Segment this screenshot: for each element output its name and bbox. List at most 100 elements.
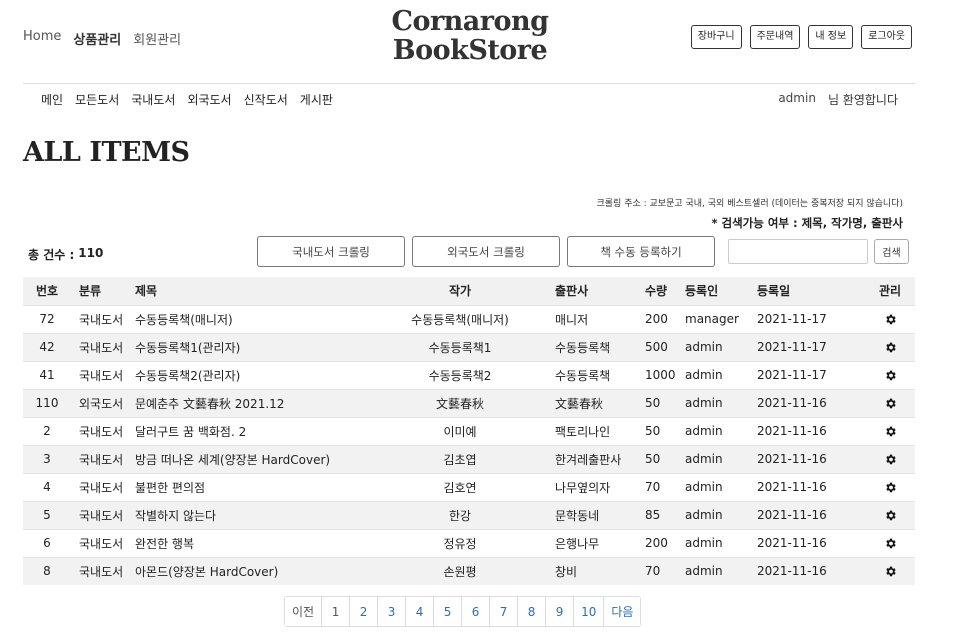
table-row[interactable]: 5 국내도서 작별하지 않는다 한강 문학동네 85 admin 2021-11-16 [23,500,915,529]
total-count-value: 110 [78,246,104,260]
welcome-text: 님 환영합니다 [827,93,898,107]
table-row[interactable]: 41 국내도서 수동등록책2(관리자) 수동등록책2 수동등록책 1000 admin 202… [23,360,915,389]
main-nav-item-all-books[interactable]: 모든도서 [75,91,119,108]
welcome-message: admin 님 환영합니다 [778,91,898,108]
cell-date: 2021-11-16 [757,500,865,529]
gear-icon[interactable] [884,509,897,522]
table-row[interactable]: 8 국내도서 아몬드(양장본 HardCover) 손원평 창비 70 admin 2021-… [23,556,915,585]
page-6[interactable]: 6 [461,597,490,626]
cell-manage [865,360,915,389]
page-10[interactable]: 10 [573,597,604,626]
main-nav-item-main[interactable]: 메인 [41,91,63,108]
table-row[interactable]: 3 국내도서 방금 떠나온 세계(양장본 HardCover) 김초엽 한겨레출판사 50… [23,444,915,473]
cell-date: 2021-11-16 [757,388,865,417]
cell-registrant: admin [685,472,757,501]
cell-category: 국내도서 [71,528,135,557]
cell-manage [865,500,915,529]
page-4[interactable]: 4 [405,597,434,626]
book-table: 번호 분류 제목 작가 출판사 수량 등록인 등록일 관리 72 국내도서 수동등록… [23,277,915,585]
gear-icon[interactable] [884,369,897,382]
cell-registrant: admin [685,360,757,389]
main-nav-item-board[interactable]: 게시판 [300,91,333,108]
prev-page-button[interactable]: 이전 [285,597,322,626]
page-3[interactable]: 3 [377,597,406,626]
search-input[interactable] [728,239,868,264]
table-row[interactable]: 72 국내도서 수동등록책(매니저) 수동등록책(매니저) 매니저 200 manager 2… [23,304,915,333]
main-nav-item-foreign[interactable]: 외국도서 [187,91,231,108]
cell-date: 2021-11-17 [757,332,865,361]
search-button[interactable]: 검색 [874,239,909,264]
table-row[interactable]: 2 국내도서 달러구트 꿈 백화점. 2 이미예 팩토리나인 50 admin 2021-11… [23,416,915,445]
cell-author: 수동등록책1 [375,332,545,361]
table-row[interactable]: 110 외국도서 문예춘추 文藝春秋 2021.12 文藝春秋 文藝春秋 50 admin 2… [23,388,915,417]
my-info-button[interactable]: 내 정보 [808,25,854,49]
cell-quantity: 1000 [641,360,685,389]
page-title: ALL ITEMS [23,137,190,168]
logo-line1: Cornarong [391,6,549,37]
pagination: 이전 1 2 3 4 5 6 7 8 9 10 다음 [284,596,642,627]
nav-member-management[interactable]: 회원관리 [133,29,181,48]
cell-date: 2021-11-16 [757,528,865,557]
cell-number: 6 [23,528,71,557]
gear-icon[interactable] [884,565,897,578]
main-nav-item-new[interactable]: 신작도서 [244,91,288,108]
store-logo[interactable]: Cornarong BookStore [380,7,560,65]
gear-icon[interactable] [884,397,897,410]
cell-registrant: admin [685,500,757,529]
gear-icon[interactable] [884,453,897,466]
table-body: 72 국내도서 수동등록책(매니저) 수동등록책(매니저) 매니저 200 manager 2… [23,304,915,585]
cell-author: 정유정 [375,528,545,557]
orders-button[interactable]: 주문내역 [749,25,801,49]
table-row[interactable]: 42 국내도서 수동등록책1(관리자) 수동등록책1 수동등록책 500 admin 2021… [23,332,915,361]
cell-manage [865,472,915,501]
main-nav-item-domestic[interactable]: 국내도서 [131,91,175,108]
cell-date: 2021-11-17 [757,304,865,333]
gear-icon[interactable] [884,341,897,354]
page-9[interactable]: 9 [545,597,574,626]
cell-quantity: 200 [641,304,685,333]
cell-quantity: 85 [641,500,685,529]
cell-number: 5 [23,500,71,529]
manual-register-button[interactable]: 책 수동 등록하기 [567,236,715,267]
cell-title: 수동등록책2(관리자) [135,360,375,389]
cell-author: 김호연 [375,472,545,501]
foreign-crawl-button[interactable]: 외국도서 크롤링 [412,236,560,267]
page-8[interactable]: 8 [517,597,546,626]
cell-quantity: 50 [641,388,685,417]
page-5[interactable]: 5 [433,597,462,626]
cell-date: 2021-11-16 [757,556,865,585]
cell-publisher: 창비 [545,556,641,585]
cell-title: 달러구트 꿈 백화점. 2 [135,416,375,445]
next-page-button[interactable]: 다음 [603,597,641,626]
table-row[interactable]: 4 국내도서 불편한 편의점 김호연 나무옆의자 70 admin 2021-11-16 [23,472,915,501]
header-manage: 관리 [865,277,915,305]
main-nav: 메인 모든도서 국내도서 외국도서 신작도서 게시판 [41,91,333,108]
page-1[interactable]: 1 [321,597,350,626]
header-number: 번호 [23,277,71,305]
cell-publisher: 수동등록책 [545,360,641,389]
cell-category: 국내도서 [71,444,135,473]
cell-category: 국내도서 [71,304,135,333]
cell-quantity: 50 [641,416,685,445]
total-count: 총 건수 : 110 [28,246,103,263]
cell-title: 문예춘추 文藝春秋 2021.12 [135,388,375,417]
domestic-crawl-button[interactable]: 국내도서 크롤링 [257,236,405,267]
nav-home[interactable]: Home [23,29,61,48]
page-2[interactable]: 2 [349,597,378,626]
cart-button[interactable]: 장바구니 [690,25,742,49]
cell-date: 2021-11-17 [757,360,865,389]
header-registrant: 등록인 [685,277,757,305]
page-7[interactable]: 7 [489,597,518,626]
gear-icon[interactable] [884,537,897,550]
cell-title: 아몬드(양장본 HardCover) [135,556,375,585]
table-row[interactable]: 6 국내도서 완전한 행복 정유정 은행나무 200 admin 2021-11-16 [23,528,915,557]
cell-number: 2 [23,416,71,445]
nav-product-management[interactable]: 상품관리 [73,29,121,48]
gear-icon[interactable] [884,425,897,438]
logout-button[interactable]: 로그아웃 [861,25,912,49]
cell-publisher: 文藝春秋 [545,388,641,417]
cell-registrant: admin [685,528,757,557]
header-author: 작가 [375,277,545,305]
gear-icon[interactable] [884,481,897,494]
gear-icon[interactable] [884,313,897,326]
